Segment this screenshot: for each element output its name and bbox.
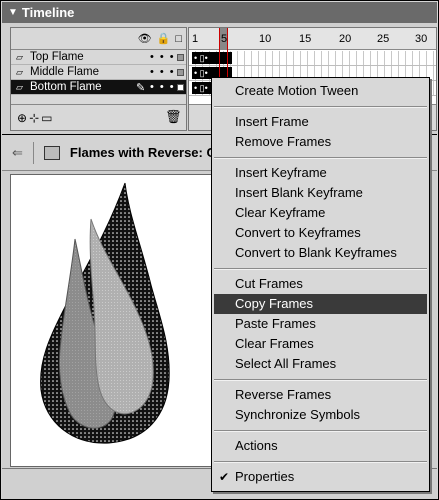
eye-icon[interactable]: 👁 [138,32,152,45]
menu-item-label: Copy Frames [235,296,314,311]
outline-color-swatch[interactable] [177,84,184,91]
layer-row[interactable]: ▱ Top Flame ••• [11,50,186,65]
layer-icon: ▱ [16,81,23,92]
menu-item-copy-frames[interactable]: Copy Frames [214,294,427,314]
scene-name[interactable]: Flames with Reverse: Co [70,145,224,160]
menu-item-label: Clear Keyframe [235,205,326,220]
menu-item-create-motion-tween[interactable]: Create Motion Tween [212,81,429,101]
menu-item-label: Reverse Frames [235,387,332,402]
menu-item-label: Remove Frames [235,134,332,149]
stage[interactable] [10,174,220,467]
flash-editor-window: ▼ Timeline 👁 🔒 □ ▱ Top Flame ••• ▱ Middle Fl… [0,0,439,500]
menu-item-label: Convert to Blank Keyframes [235,245,397,260]
menu-item-paste-frames[interactable]: Paste Frames [212,314,429,334]
menu-item-insert-frame[interactable]: Insert Frame [212,112,429,132]
collapse-triangle-icon[interactable]: ▼ [8,7,18,18]
menu-item-label: Properties [235,469,295,484]
layer-row[interactable]: ▱ Bottom Flame ✎ ••• [11,80,186,95]
menu-item-cut-frames[interactable]: Cut Frames [212,274,429,294]
menu-item-properties[interactable]: ✔ Properties [212,467,429,487]
layer-icon: ▱ [16,51,23,62]
menu-item-label: Synchronize Symbols [235,407,360,422]
ruler-label: 20 [339,33,352,45]
menu-item-insert-keyframe[interactable]: Insert Keyframe [212,163,429,183]
menu-item-select-all-frames[interactable]: Select All Frames [212,354,429,374]
add-motion-guide-icon[interactable]: ⊹ [29,111,39,125]
flame-artwork[interactable] [11,175,219,466]
menu-item-synchronize-symbols[interactable]: Synchronize Symbols [212,405,429,425]
menu-item-clear-keyframe[interactable]: Clear Keyframe [212,203,429,223]
ruler-label: 25 [377,33,390,45]
menu-item-label: Paste Frames [235,316,316,331]
menu-item-label: Convert to Keyframes [235,225,361,240]
menu-item-insert-blank-keyframe[interactable]: Insert Blank Keyframe [212,183,429,203]
checkmark-icon: ✔ [219,470,230,484]
menu-separator [212,152,429,163]
menu-separator [212,456,429,467]
menu-separator [212,101,429,112]
layer-state-dots[interactable]: ••• [150,66,180,78]
menu-separator [212,263,429,274]
outline-color-swatch[interactable] [177,69,184,76]
menu-item-label: Clear Frames [235,336,314,351]
outline-color-swatch[interactable] [177,54,184,61]
menu-item-convert-to-keyframes[interactable]: Convert to Keyframes [212,223,429,243]
menu-separator [212,425,429,436]
timeline-titlebar[interactable]: ▼ Timeline [2,2,437,23]
menu-item-label: Select All Frames [235,356,337,371]
menu-item-label: Insert Frame [235,114,309,129]
timeline-title: Timeline [21,5,75,20]
layer-header: 👁 🔒 □ [11,28,186,50]
context-menu: Create Motion Tween Insert Frame Remove Fr… [211,77,430,492]
outline-icon[interactable]: □ [175,33,182,45]
layer-state-dots[interactable]: ••• [150,81,180,93]
layer-toolbar: ⊕ ⊹ ▭ 🗑 [11,104,186,130]
menu-item-remove-frames[interactable]: Remove Frames [212,132,429,152]
scene-icon [43,145,60,160]
layer-list: 👁 🔒 □ ▱ Top Flame ••• ▱ Middle Flame ••• ▱ Bott… [10,27,187,131]
layer-state-dots[interactable]: ••• [150,51,180,63]
menu-item-actions[interactable]: Actions [212,436,429,456]
lock-icon[interactable]: 🔒 [157,32,171,45]
insert-layer-folder-icon[interactable]: ▭ [41,111,52,125]
menu-item-convert-to-blank-keyframes[interactable]: Convert to Blank Keyframes [212,243,429,263]
menu-item-label: Cut Frames [235,276,303,291]
menu-item-clear-frames[interactable]: Clear Frames [212,334,429,354]
menu-item-reverse-frames[interactable]: Reverse Frames [212,385,429,405]
ruler-label: 10 [259,33,272,45]
ruler-label: 30 [415,33,428,45]
layer-icon: ▱ [16,66,23,77]
divider [32,141,34,164]
menu-item-label: Create Motion Tween [235,83,359,98]
layer-row[interactable]: ▱ Middle Flame ••• [11,65,186,80]
ruler-label: 15 [299,33,312,45]
pencil-icon: ✎ [136,81,146,94]
menu-item-label: Insert Blank Keyframe [235,185,363,200]
insert-layer-icon[interactable]: ⊕ [17,111,27,125]
menu-item-label: Actions [235,438,278,453]
back-arrow-icon[interactable]: ⇐ [12,145,23,161]
ruler-label: 1 [192,33,199,45]
menu-item-label: Insert Keyframe [235,165,327,180]
menu-separator [212,374,429,385]
trash-icon[interactable]: 🗑 [165,109,182,125]
